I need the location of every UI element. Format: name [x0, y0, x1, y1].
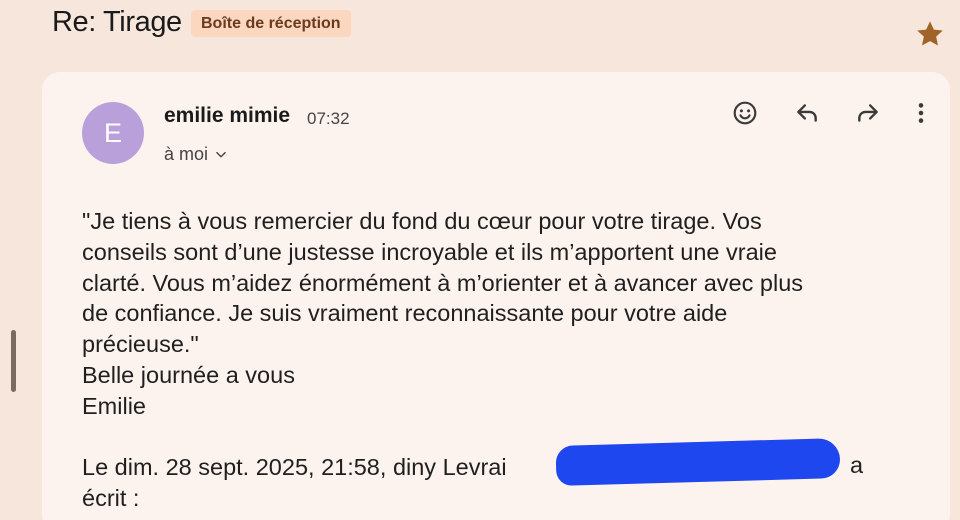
emoji-react-icon [733, 101, 757, 125]
avatar[interactable]: E [82, 102, 144, 164]
forward-icon [858, 104, 878, 122]
body-line: "Je tiens à vous remercier du fond du cœ… [82, 208, 762, 234]
body-line: précieuse." [82, 331, 199, 358]
inbox-label-chip[interactable]: Boîte de réception [191, 10, 351, 37]
body-line: clarté. Vous m’aidez énormément à m’orie… [82, 269, 804, 296]
quote-header-continued: écrit : [82, 485, 140, 512]
email-subject: Re: Tirage [52, 6, 182, 38]
more-options-button[interactable] [904, 96, 938, 130]
email-view: Re: Tirage Boîte de réception E emilie m… [0, 0, 960, 520]
reply-button[interactable] [790, 96, 824, 130]
scrollbar[interactable] [11, 330, 16, 392]
recipient-label: à moi [164, 144, 209, 164]
body-line: Belle journée a vous [82, 361, 295, 388]
forward-button[interactable] [851, 96, 885, 130]
more-vert-icon [918, 103, 924, 123]
message-time: 07:32 [307, 109, 350, 128]
reply-icon [797, 104, 817, 122]
body-line: de confiance. Je suis vraiment reconnais… [82, 300, 728, 327]
quote-header-suffix: a [850, 452, 864, 478]
redaction-mark [555, 438, 841, 486]
sender-name[interactable]: emilie mimie [164, 104, 290, 128]
star-icon[interactable] [914, 18, 946, 50]
emoji-react-button[interactable] [728, 96, 762, 130]
body-line: conseils sont d’une justesse incroyable … [82, 238, 777, 265]
recipient-details-toggle[interactable]: à moi [164, 144, 228, 165]
chevron-down-icon [216, 151, 226, 157]
body-line: Emilie [82, 392, 146, 419]
